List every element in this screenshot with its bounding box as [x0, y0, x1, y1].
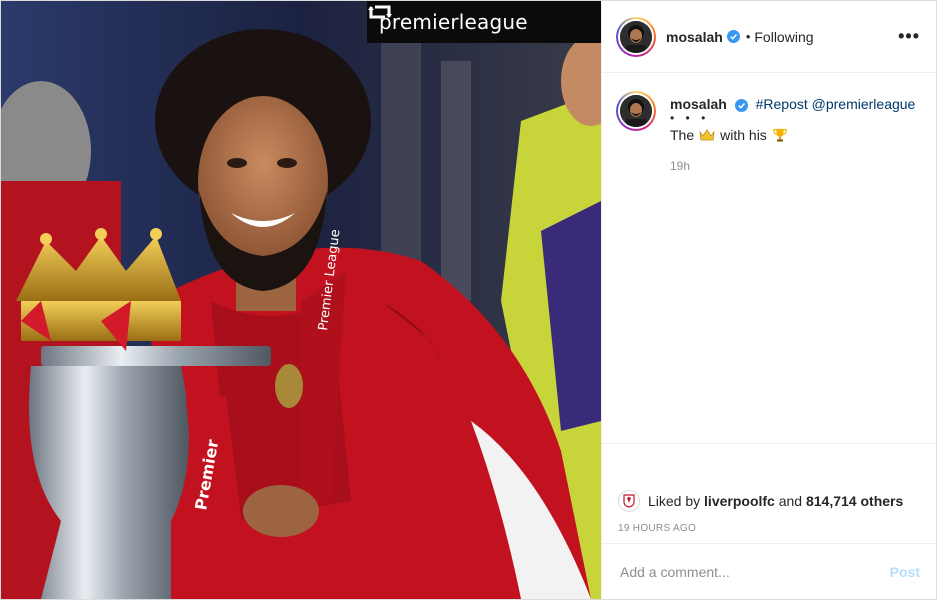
- profile-photo: [620, 95, 652, 127]
- post-header: mosalah • Following •••: [602, 1, 936, 73]
- likes-count[interactable]: 814,714 others: [806, 493, 903, 509]
- repost-source: premierleague: [379, 10, 528, 34]
- comments-section: mosalah #Repost @premierleague • • • The: [602, 73, 936, 443]
- add-comment-bar: Post: [602, 543, 936, 599]
- post-sidebar: mosalah • Following ••• mosalah #Repost …: [601, 1, 936, 599]
- repost-tag: premierleague: [367, 1, 601, 43]
- caption: mosalah #Repost @premierleague • • • The: [616, 91, 920, 173]
- following-button[interactable]: Following: [754, 29, 813, 45]
- trophy-emoji-icon: [773, 128, 787, 142]
- likes-area: Liked by liverpoolfc and 814,714 others …: [602, 443, 936, 543]
- caption-repost-link[interactable]: #Repost @premierleague: [756, 96, 916, 112]
- caption-avatar[interactable]: [616, 91, 656, 131]
- avatar[interactable]: [616, 16, 656, 57]
- more-options-icon[interactable]: •••: [898, 26, 920, 47]
- instagram-post: Premier League Premier premierleague mos…: [0, 0, 937, 600]
- caption-username[interactable]: mosalah: [670, 96, 727, 112]
- header-separator: •: [745, 29, 751, 44]
- post-comment-button[interactable]: Post: [890, 564, 920, 580]
- caption-dots: • • •: [670, 111, 710, 125]
- verified-badge-icon: [726, 30, 740, 43]
- liverpoolfc-avatar[interactable]: [618, 490, 640, 512]
- comment-input[interactable]: [618, 562, 890, 581]
- liker-username[interactable]: liverpoolfc: [704, 493, 775, 509]
- verified-badge-icon: [734, 98, 748, 112]
- likes-summary[interactable]: Liked by liverpoolfc and 814,714 others: [618, 490, 920, 512]
- caption-time[interactable]: 19h: [670, 159, 915, 173]
- post-photo[interactable]: Premier League Premier premierleague: [1, 1, 601, 599]
- celebration-photo: Premier League Premier: [1, 1, 601, 599]
- post-timestamp[interactable]: 19 HOURS AGO: [618, 523, 920, 534]
- repost-icon: [368, 5, 392, 19]
- header-username[interactable]: mosalah: [666, 29, 723, 45]
- crown-emoji-icon: [699, 129, 715, 141]
- caption-text: The with his: [670, 127, 915, 143]
- lfc-crest-icon: [623, 494, 635, 508]
- profile-photo: [620, 20, 652, 53]
